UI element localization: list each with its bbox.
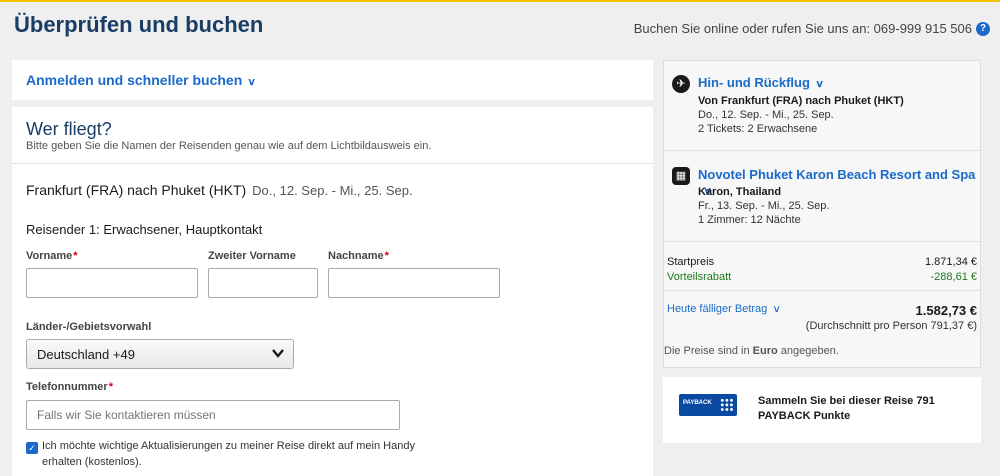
first-name-label-text: Vorname: [26, 250, 73, 262]
required-marker: *: [384, 250, 389, 262]
payback-dots-icon: [720, 398, 734, 412]
discount-value: -288,61 €: [930, 271, 977, 283]
route-dates: Do., 12. Sep. - Mi., 25. Sep.: [252, 183, 413, 198]
country-code-label: Länder-/Gebietsvorwahl: [26, 321, 152, 333]
hotel-title-text[interactable]: Novotel Phuket Karon Beach Resort and Sp…: [698, 167, 975, 182]
required-marker: *: [108, 381, 113, 393]
start-price-value: 1.871,34 €: [925, 256, 977, 268]
country-code-value[interactable]: Deutschland +49: [37, 347, 135, 362]
travelers-subtitle: Bitte geben Sie die Namen der Reisenden …: [26, 140, 432, 152]
due-today-value: 1.582,73 €: [915, 303, 977, 318]
currency-note-pre: Die Preise sind in: [664, 345, 753, 357]
last-name-label: Nachname*: [328, 250, 389, 262]
country-code-select[interactable]: Deutschland +49: [26, 339, 294, 369]
phone-label: Telefonnummer*: [26, 381, 113, 393]
divider: [664, 150, 980, 151]
start-price-label: Startpreis: [667, 256, 715, 268]
page-title: Überprüfen und buchen: [14, 12, 264, 37]
chevron-down-icon[interactable]: [272, 349, 284, 358]
trip-summary-panel: ✈ Hin- und Rückflug ∨ Von Frankfurt (FRA)…: [663, 60, 981, 368]
divider: [664, 290, 980, 291]
sms-updates-label[interactable]: Ich möchte wichtige Aktualisierungen zu …: [42, 438, 422, 470]
payback-text: Sammeln Sie bei dieser Reise 791 PAYBACK…: [758, 395, 935, 422]
last-name-input[interactable]: [328, 268, 500, 298]
middle-name-label: Zweiter Vorname: [208, 250, 296, 262]
flight-tickets: 2 Tickets: 2 Erwachsene: [698, 123, 818, 135]
first-name-label: Vorname*: [26, 250, 78, 262]
login-card: Anmelden und schneller buchen ∨: [12, 60, 653, 100]
payback-card: PAYBACK Sammeln Sie bei dieser Reise 791…: [663, 377, 981, 443]
airplane-icon: ✈: [672, 75, 690, 93]
sms-updates-checkbox[interactable]: ✓: [26, 442, 38, 454]
currency-note-bold: Euro: [752, 345, 778, 357]
hotel-rooms: 1 Zimmer: 12 Nächte: [698, 214, 801, 226]
last-name-label-text: Nachname: [328, 250, 384, 262]
first-name-input[interactable]: [26, 268, 198, 298]
login-link-label[interactable]: Anmelden und schneller buchen: [26, 72, 242, 88]
payback-logo-text: PAYBACK: [683, 400, 712, 406]
currency-note: Die Preise sind in Euro angegeben.: [664, 345, 839, 357]
chevron-down-icon[interactable]: ∨: [248, 77, 257, 88]
route-text: Frankfurt (FRA) nach Phuket (HKT): [26, 182, 247, 198]
traveler-heading: Reisender 1: Erwachsener, Hauptkontakt: [26, 222, 263, 237]
flight-summary-title[interactable]: Hin- und Rückflug ∨: [698, 75, 824, 90]
login-link[interactable]: Anmelden und schneller buchen ∨: [26, 72, 256, 88]
phone-contact-text: Buchen Sie online oder rufen Sie uns an:…: [633, 21, 972, 36]
due-today-label[interactable]: Heute fälliger Betrag ∨: [667, 303, 781, 315]
question-circle-icon[interactable]: ?: [976, 22, 990, 36]
flight-dates: Do., 12. Sep. - Mi., 25. Sep.: [698, 109, 834, 121]
flight-route: Von Frankfurt (FRA) nach Phuket (HKT): [698, 95, 904, 107]
payback-logo: PAYBACK: [679, 394, 737, 416]
building-icon: ▦: [672, 167, 690, 185]
flight-title-text[interactable]: Hin- und Rückflug: [698, 75, 810, 90]
divider: [12, 163, 653, 164]
due-today-label-text[interactable]: Heute fälliger Betrag: [667, 303, 767, 315]
per-person-average: (Durchschnitt pro Person 791,37 €): [805, 320, 977, 332]
travelers-title: Wer fliegt?: [26, 119, 112, 139]
travelers-card: Wer fliegt? Bitte geben Sie die Namen de…: [12, 107, 653, 476]
hotel-location: Karon, Thailand: [698, 186, 782, 198]
chevron-down-icon[interactable]: ∨: [815, 79, 824, 90]
currency-note-post: angegeben.: [777, 345, 839, 357]
chevron-down-icon[interactable]: ∨: [773, 304, 782, 315]
phone-input[interactable]: [26, 400, 400, 430]
route-line: Frankfurt (FRA) nach Phuket (HKT) Do., 12…: [26, 182, 413, 198]
middle-name-input[interactable]: [208, 268, 318, 298]
divider: [664, 241, 980, 242]
required-marker: *: [73, 250, 78, 262]
hotel-dates: Fr., 13. Sep. - Mi., 25. Sep.: [698, 200, 830, 212]
discount-label: Vorteilsrabatt: [667, 271, 732, 283]
phone-label-text: Telefonnummer: [26, 381, 108, 393]
